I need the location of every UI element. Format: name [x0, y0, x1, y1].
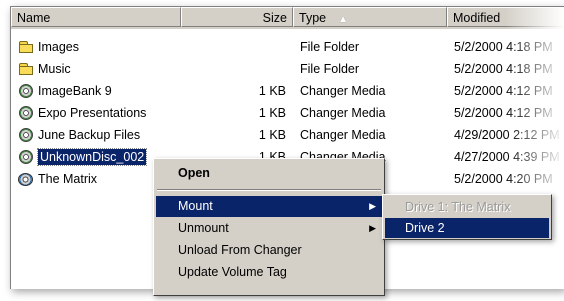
file-name: The Matrix — [38, 172, 98, 186]
context-menu: Open Mount ▶ Unmount ▶ Unload From Changer… — [153, 158, 385, 296]
column-type-label: Type — [299, 11, 327, 25]
changer-icon — [18, 171, 34, 187]
disc-icon — [18, 83, 34, 99]
list-item[interactable]: Images File Folder 5/2/2000 4:18 PM — [11, 36, 564, 58]
submenu-item-drive-1: Drive 1: The Matrix — [405, 200, 511, 214]
file-type: File Folder — [300, 40, 360, 54]
folder-icon — [18, 39, 34, 55]
file-name: Music — [38, 62, 71, 76]
file-name: UnknownDisc_002 — [36, 148, 148, 166]
file-type: Changer Media — [300, 84, 386, 98]
menu-item-label: Unmount — [178, 221, 229, 235]
sort-ascending-icon: ▲ — [338, 14, 349, 25]
file-modified: 5/2/2000 4:18 PM — [454, 40, 553, 54]
disc-icon — [18, 149, 34, 165]
list-item[interactable]: Expo Presentations 1 KB Changer Media 5/… — [11, 102, 564, 124]
column-name-header[interactable]: Name — [11, 7, 181, 27]
file-modified: 4/27/2000 4:39 PM — [454, 150, 560, 164]
column-size-label: Size — [262, 11, 287, 25]
file-type: Changer Media — [300, 106, 386, 120]
disc-icon — [18, 105, 34, 121]
file-name: June Backup Files — [38, 128, 141, 142]
file-size: 1 KB — [258, 106, 286, 120]
file-modified: 5/2/2000 4:18 PM — [454, 62, 553, 76]
column-modified-label: Modified — [453, 11, 501, 25]
menu-item-mount[interactable]: Mount ▶ — [156, 196, 382, 217]
menu-separator — [157, 189, 381, 191]
column-size-header[interactable]: Size — [181, 7, 293, 27]
column-header: Name Size Type ▲ Modified — [11, 7, 564, 29]
file-modified: 4/29/2000 2:12 PM — [454, 128, 560, 142]
menu-item-unload[interactable]: Unload From Changer — [156, 240, 382, 261]
mount-submenu: Drive 1: The Matrix Drive 2 — [382, 194, 552, 240]
folder-icon — [18, 61, 34, 77]
file-size: 1 KB — [258, 84, 286, 98]
file-type: Changer Media — [300, 128, 386, 142]
file-modified: 5/2/2000 4:20 PM — [454, 172, 553, 186]
list-item[interactable]: June Backup Files 1 KB Changer Media 4/2… — [11, 124, 564, 146]
disc-icon — [18, 127, 34, 143]
file-type: File Folder — [300, 62, 360, 76]
submenu-arrow-icon: ▶ — [369, 201, 376, 211]
file-modified: 5/2/2000 4:12 PM — [454, 84, 553, 98]
list-item[interactable]: Music File Folder 5/2/2000 4:18 PM — [11, 58, 564, 80]
column-modified-header[interactable]: Modified — [447, 7, 564, 27]
file-name: Images — [38, 40, 79, 54]
menu-item-open[interactable]: Open — [156, 163, 382, 184]
column-name-label: Name — [17, 11, 51, 25]
submenu-arrow-icon: ▶ — [369, 223, 376, 233]
file-name: Expo Presentations — [38, 106, 147, 120]
file-name: ImageBank 9 — [38, 84, 112, 98]
menu-item-update-tag[interactable]: Update Volume Tag — [156, 262, 382, 283]
file-size: 1 KB — [258, 128, 286, 142]
menu-item-unmount[interactable]: Unmount ▶ — [156, 218, 382, 239]
column-type-header[interactable]: Type ▲ — [293, 7, 447, 27]
menu-item-label: Mount — [178, 199, 213, 213]
submenu-item-drive-2[interactable]: Drive 2 — [385, 218, 549, 238]
list-item[interactable]: ImageBank 9 1 KB Changer Media 5/2/2000 … — [11, 80, 564, 102]
file-modified: 5/2/2000 4:12 PM — [454, 106, 553, 120]
